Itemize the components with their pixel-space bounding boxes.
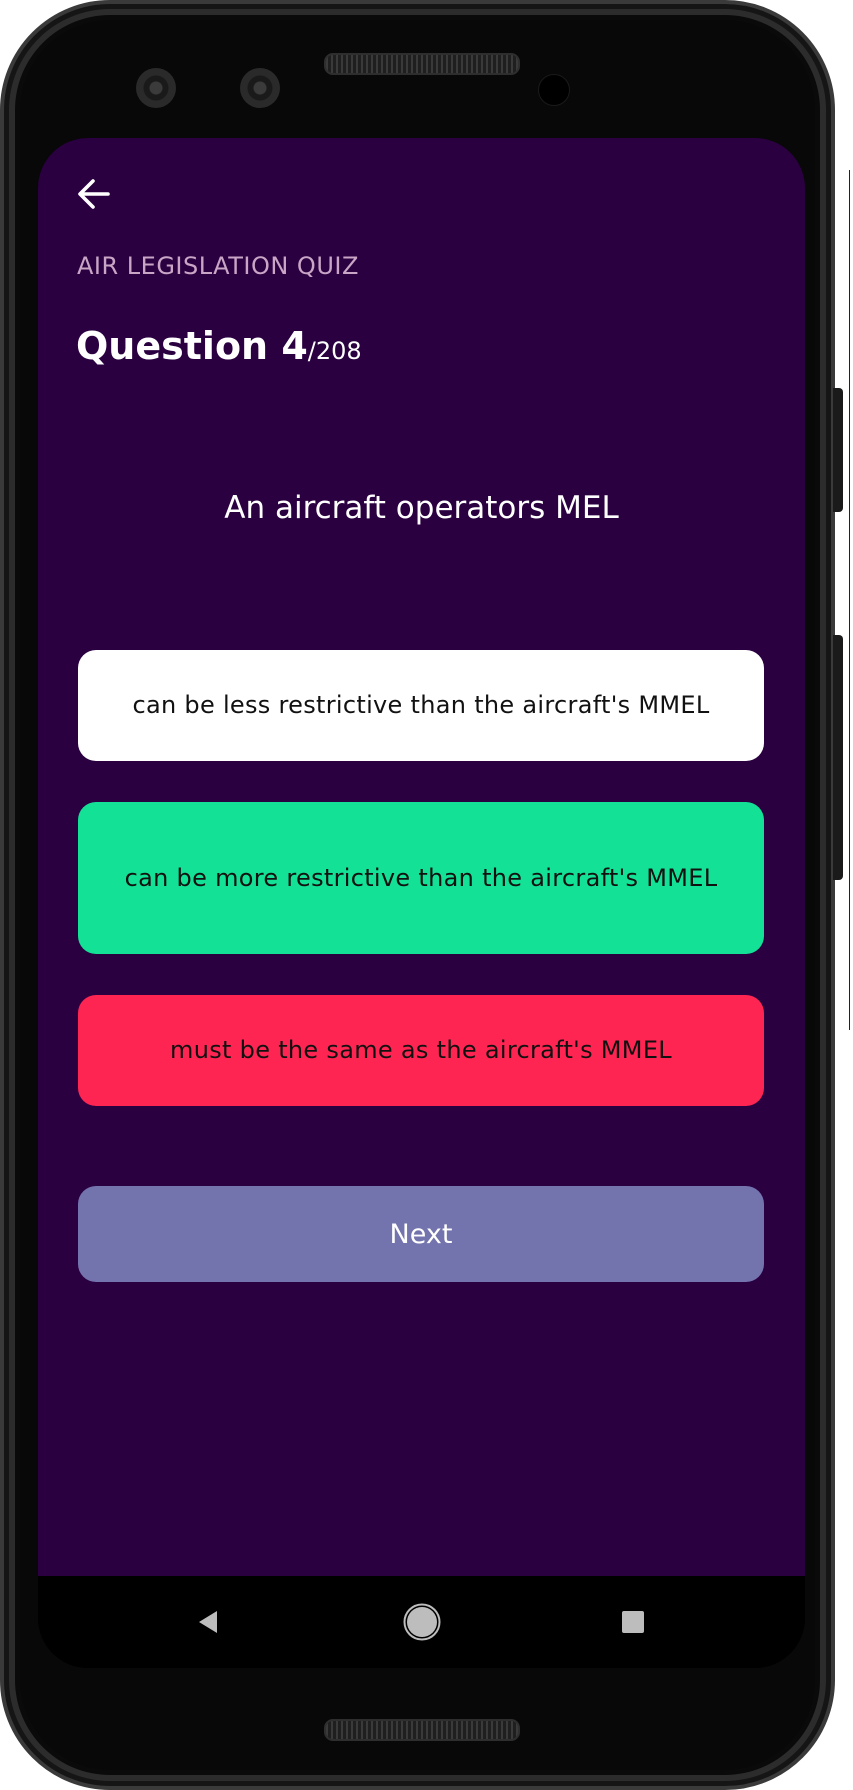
arrow-left-icon bbox=[78, 179, 110, 209]
proximity-sensor bbox=[538, 74, 570, 106]
quiz-title: AIR LEGISLATION QUIZ bbox=[77, 252, 359, 280]
power-button bbox=[833, 388, 843, 512]
nav-recents-button[interactable] bbox=[611, 1600, 655, 1644]
quiz-screen: AIR LEGISLATION QUIZ Question 4/208 An a… bbox=[38, 138, 805, 1576]
earpiece-speaker bbox=[324, 53, 520, 75]
question-counter: Question 4/208 bbox=[76, 324, 362, 368]
nav-home-circle-icon bbox=[403, 1603, 441, 1641]
question-text: An aircraft operators MEL bbox=[224, 490, 619, 526]
answer-option-3-wrong[interactable]: must be the same as the aircraft's MMEL bbox=[78, 995, 764, 1106]
nav-back-button[interactable] bbox=[186, 1600, 230, 1644]
front-camera-icon bbox=[136, 68, 176, 108]
question-total: /208 bbox=[307, 337, 362, 365]
nav-recents-square-icon bbox=[622, 1611, 644, 1633]
frame-edge bbox=[849, 170, 850, 1030]
question-number: Question 4 bbox=[76, 324, 308, 368]
system-nav-bar bbox=[38, 1576, 805, 1668]
nav-home-button[interactable] bbox=[400, 1600, 444, 1644]
next-button[interactable]: Next bbox=[78, 1186, 764, 1282]
answer-option-1[interactable]: can be less restrictive than the aircraf… bbox=[78, 650, 764, 761]
back-button[interactable] bbox=[74, 174, 114, 214]
front-camera-icon bbox=[240, 68, 280, 108]
answer-option-2-correct[interactable]: can be more restrictive than the aircraf… bbox=[78, 802, 764, 954]
device-screen: AIR LEGISLATION QUIZ Question 4/208 An a… bbox=[38, 138, 805, 1668]
bottom-speaker bbox=[324, 1719, 520, 1741]
nav-back-triangle-icon bbox=[199, 1611, 217, 1633]
volume-button bbox=[833, 635, 843, 880]
